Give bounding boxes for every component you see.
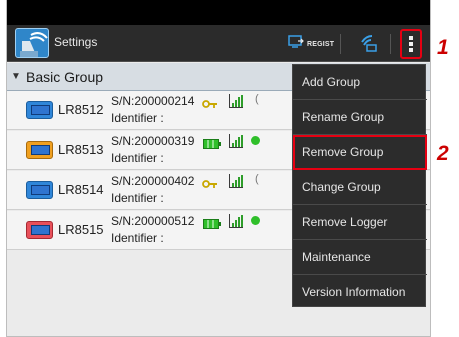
logger-serial: S/N:200000512 bbox=[111, 214, 195, 228]
logger-identifier: Identifier : bbox=[111, 111, 164, 125]
logger-model: LR8513 bbox=[58, 142, 104, 157]
regist-button[interactable]: REGIST bbox=[288, 33, 334, 55]
overflow-menu: Add Group Rename Group Remove Group Chan… bbox=[292, 64, 427, 310]
menu-item-add-group[interactable]: Add Group bbox=[293, 65, 427, 100]
logger-serial: S/N:200000402 bbox=[111, 174, 195, 188]
logger-icon bbox=[26, 221, 53, 239]
signal-strength-icon bbox=[229, 134, 243, 148]
callout-number: 2 bbox=[437, 142, 449, 165]
regist-icon bbox=[288, 34, 304, 54]
logger-model: LR8512 bbox=[58, 102, 104, 117]
signal-strength-icon bbox=[229, 174, 243, 188]
key-icon bbox=[202, 96, 218, 114]
app-title: Settings bbox=[54, 35, 98, 49]
callout-number: 1 bbox=[437, 36, 449, 59]
action-bar: Settings REGIST bbox=[7, 25, 430, 62]
toolbar-separator bbox=[340, 34, 341, 54]
menu-item-change-group[interactable]: Change Group bbox=[293, 170, 427, 205]
battery-icon bbox=[203, 136, 221, 154]
logger-identifier: Identifier : bbox=[111, 231, 164, 245]
menu-item-remove-group[interactable]: Remove Group bbox=[293, 135, 427, 170]
status-bar bbox=[7, 0, 430, 25]
app-settings-icon[interactable] bbox=[15, 28, 49, 58]
wireless-signal-icon[interactable] bbox=[358, 32, 380, 54]
manual-figure: Settings REGIST ▼ Basic Group LR8512 S/N… bbox=[0, 0, 459, 337]
phone-screen: Settings REGIST ▼ Basic Group LR8512 S/N… bbox=[6, 0, 431, 337]
signal-strength-icon bbox=[229, 214, 243, 228]
logger-icon bbox=[26, 181, 53, 199]
logger-model: LR8515 bbox=[58, 222, 104, 237]
menu-item-maintenance[interactable]: Maintenance bbox=[293, 240, 427, 275]
menu-dot bbox=[409, 48, 413, 52]
toolbar-separator bbox=[390, 34, 391, 54]
menu-dot bbox=[409, 36, 413, 40]
logger-identifier: Identifier : bbox=[111, 151, 164, 165]
logger-serial: S/N:200000214 bbox=[111, 94, 195, 108]
signal-strength-icon bbox=[229, 94, 243, 108]
menu-dot bbox=[409, 42, 413, 46]
status-dot-icon bbox=[251, 216, 260, 225]
status-dot-icon bbox=[251, 136, 260, 145]
menu-item-rename-group[interactable]: Rename Group bbox=[293, 100, 427, 135]
logger-icon bbox=[26, 101, 53, 119]
group-name: Basic Group bbox=[26, 69, 104, 85]
logger-model: LR8514 bbox=[58, 182, 104, 197]
logger-serial: S/N:200000319 bbox=[111, 134, 195, 148]
regist-label: REGIST bbox=[307, 40, 335, 48]
overflow-menu-icon[interactable] bbox=[400, 29, 422, 59]
collapse-arrow-icon[interactable]: ▼ bbox=[11, 71, 21, 82]
menu-item-version-information[interactable]: Version Information bbox=[293, 275, 427, 310]
menu-item-remove-logger[interactable]: Remove Logger bbox=[293, 205, 427, 240]
logger-identifier: Identifier : bbox=[111, 191, 164, 205]
key-icon bbox=[202, 176, 218, 194]
battery-icon bbox=[203, 216, 221, 234]
logger-icon bbox=[26, 141, 53, 159]
